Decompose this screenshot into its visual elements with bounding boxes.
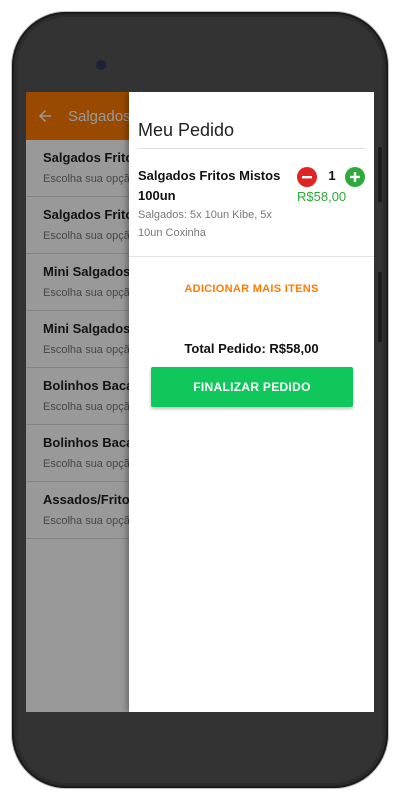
plus-glyph bbox=[350, 172, 360, 182]
order-item-price: R$58,00 bbox=[297, 189, 347, 204]
minus-circle-icon[interactable] bbox=[297, 167, 317, 187]
volume-button bbox=[378, 272, 382, 342]
minus-glyph bbox=[302, 176, 312, 179]
finish-order-button[interactable]: FINALIZAR PEDIDO bbox=[151, 367, 353, 407]
order-item-detail: Salgados: 5x 10un Kibe, 5x 10un Coxinha bbox=[138, 209, 272, 239]
front-camera bbox=[96, 60, 106, 70]
order-drawer: Meu Pedido Salgados Fritos Mistos 100un … bbox=[129, 92, 374, 712]
quantity-value: 1 bbox=[328, 168, 336, 183]
divider bbox=[138, 148, 365, 149]
plus-circle-icon[interactable] bbox=[345, 167, 365, 187]
order-total: Total Pedido: R$58,00 bbox=[184, 341, 319, 356]
order-item-name: Salgados Fritos Mistos 100un bbox=[138, 168, 281, 203]
screen: Salgados Salgados Fritos Escolha sua opç… bbox=[26, 92, 374, 712]
power-button bbox=[378, 147, 382, 202]
drawer-title: Meu Pedido bbox=[138, 120, 235, 140]
divider bbox=[129, 256, 374, 257]
add-more-items-button[interactable]: ADICIONAR MAIS ITENS bbox=[129, 283, 374, 295]
